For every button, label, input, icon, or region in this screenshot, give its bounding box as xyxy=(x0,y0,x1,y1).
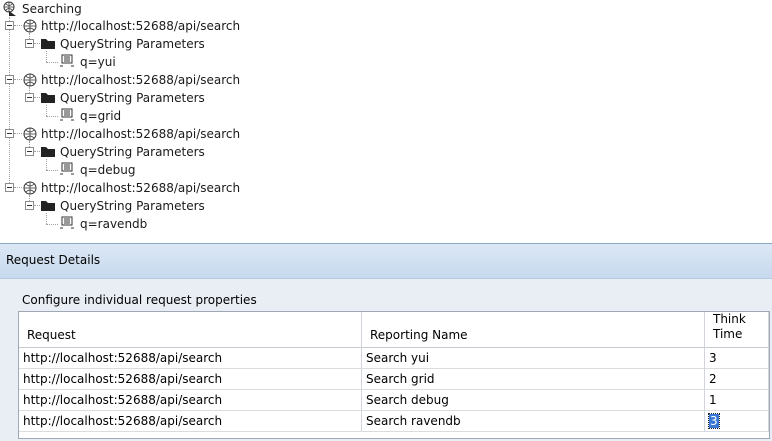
group-label: QueryString Parameters xyxy=(60,37,205,51)
tree-connector xyxy=(14,187,22,188)
tree-param-node[interactable]: q=yui xyxy=(80,53,116,71)
dialog-body: Configure individual request properties … xyxy=(0,279,772,441)
collapse-toggle[interactable] xyxy=(5,129,14,138)
tree-connector xyxy=(46,224,58,225)
collapse-toggle[interactable] xyxy=(5,21,14,30)
cell-think-time[interactable]: 2 xyxy=(705,369,769,390)
cell-reporting-name[interactable]: Search debug xyxy=(362,390,705,411)
param-label: q=grid xyxy=(80,109,122,123)
dialog-title: Request Details xyxy=(6,253,101,267)
request-tree: Searching http://localhost:52688/api/sea… xyxy=(0,0,772,243)
request-details-dialog: Request Details Configure individual req… xyxy=(0,243,772,441)
column-header-request[interactable]: Request xyxy=(19,312,362,348)
tree-guide xyxy=(9,17,10,189)
globe-icon xyxy=(22,18,38,37)
tree-group-node[interactable]: QueryString Parameters xyxy=(60,89,205,107)
tree-param-node[interactable]: q=debug xyxy=(80,161,136,179)
group-label: QueryString Parameters xyxy=(60,145,205,159)
cell-request[interactable]: http://localhost:52688/api/search xyxy=(19,369,362,390)
request-url: http://localhost:52688/api/search xyxy=(41,73,241,87)
tree-param-node[interactable]: q=ravendb xyxy=(80,215,147,233)
table-row[interactable]: http://localhost:52688/api/search Search… xyxy=(19,348,769,369)
cell-think-time[interactable]: 1 xyxy=(705,390,769,411)
cell-request[interactable]: http://localhost:52688/api/search xyxy=(19,348,362,369)
group-label: QueryString Parameters xyxy=(60,199,205,213)
tree-group-node[interactable]: QueryString Parameters xyxy=(60,35,205,53)
parameter-icon xyxy=(59,108,75,125)
tree-connector xyxy=(14,79,22,80)
request-grid: Request Reporting Name Think Time http:/… xyxy=(18,311,770,439)
group-label: QueryString Parameters xyxy=(60,91,205,105)
tree-guide xyxy=(46,51,47,62)
parameter-icon xyxy=(59,54,75,71)
folder-icon xyxy=(40,198,56,215)
column-header-label: Reporting Name xyxy=(370,328,468,342)
tree-connector xyxy=(46,116,58,117)
request-url: http://localhost:52688/api/search xyxy=(41,19,241,33)
cell-reporting-name[interactable]: Search ravendb xyxy=(362,411,705,432)
tree-connector xyxy=(14,25,22,26)
collapse-toggle[interactable] xyxy=(25,201,34,210)
cell-think-time[interactable]: 3 xyxy=(705,348,769,369)
tree-connector xyxy=(46,170,58,171)
request-url: http://localhost:52688/api/search xyxy=(41,181,241,195)
tree-guide xyxy=(46,159,47,170)
table-row[interactable]: http://localhost:52688/api/search Search… xyxy=(19,369,769,390)
cell-reporting-name[interactable]: Search grid xyxy=(362,369,705,390)
tree-group-node[interactable]: QueryString Parameters xyxy=(60,197,205,215)
webtest-icon xyxy=(3,1,19,20)
collapse-toggle[interactable] xyxy=(5,75,14,84)
parameter-icon xyxy=(59,162,75,179)
collapse-toggle[interactable] xyxy=(5,183,14,192)
tree-request-node[interactable]: http://localhost:52688/api/search xyxy=(41,125,240,143)
collapse-toggle[interactable] xyxy=(25,39,34,48)
param-label: q=debug xyxy=(80,163,136,177)
tree-param-node[interactable]: q=grid xyxy=(80,107,121,125)
globe-icon xyxy=(22,126,38,145)
globe-icon xyxy=(22,72,38,91)
folder-icon xyxy=(40,90,56,107)
tree-connector xyxy=(14,133,22,134)
cell-request[interactable]: http://localhost:52688/api/search xyxy=(19,390,362,411)
tree-request-node[interactable]: http://localhost:52688/api/search xyxy=(41,17,240,35)
tree-root[interactable]: Searching xyxy=(22,0,82,18)
column-header-reporting-name[interactable]: Reporting Name xyxy=(362,312,705,348)
column-header-think-time[interactable]: Think Time xyxy=(705,312,769,348)
dialog-title-bar[interactable]: Request Details xyxy=(0,244,772,279)
collapse-toggle[interactable] xyxy=(25,93,34,102)
table-row[interactable]: http://localhost:52688/api/search Search… xyxy=(19,390,769,411)
tree-connector xyxy=(46,62,58,63)
tree-guide xyxy=(46,105,47,116)
folder-icon xyxy=(40,36,56,53)
column-header-label: Think Time xyxy=(713,312,746,341)
tree-request-node[interactable]: http://localhost:52688/api/search xyxy=(41,71,240,89)
param-label: q=yui xyxy=(80,55,116,69)
tree-request-node[interactable]: http://localhost:52688/api/search xyxy=(41,179,240,197)
tree-group-node[interactable]: QueryString Parameters xyxy=(60,143,205,161)
tree-guide xyxy=(46,213,47,224)
cell-reporting-name[interactable]: Search yui xyxy=(362,348,705,369)
folder-icon xyxy=(40,144,56,161)
collapse-toggle[interactable] xyxy=(25,147,34,156)
request-url: http://localhost:52688/api/search xyxy=(41,127,241,141)
globe-icon xyxy=(22,180,38,199)
cell-think-time-editing[interactable]: 3 xyxy=(705,411,769,432)
param-label: q=ravendb xyxy=(80,217,148,231)
think-time-input[interactable]: 3 xyxy=(708,413,720,429)
parameter-icon xyxy=(59,216,75,233)
cell-request[interactable]: http://localhost:52688/api/search xyxy=(19,411,362,432)
table-row[interactable]: http://localhost:52688/api/search Search… xyxy=(19,411,769,432)
column-header-label: Request xyxy=(27,328,76,342)
tree-root-label: Searching xyxy=(22,2,82,16)
dialog-subtitle: Configure individual request properties xyxy=(22,293,257,307)
